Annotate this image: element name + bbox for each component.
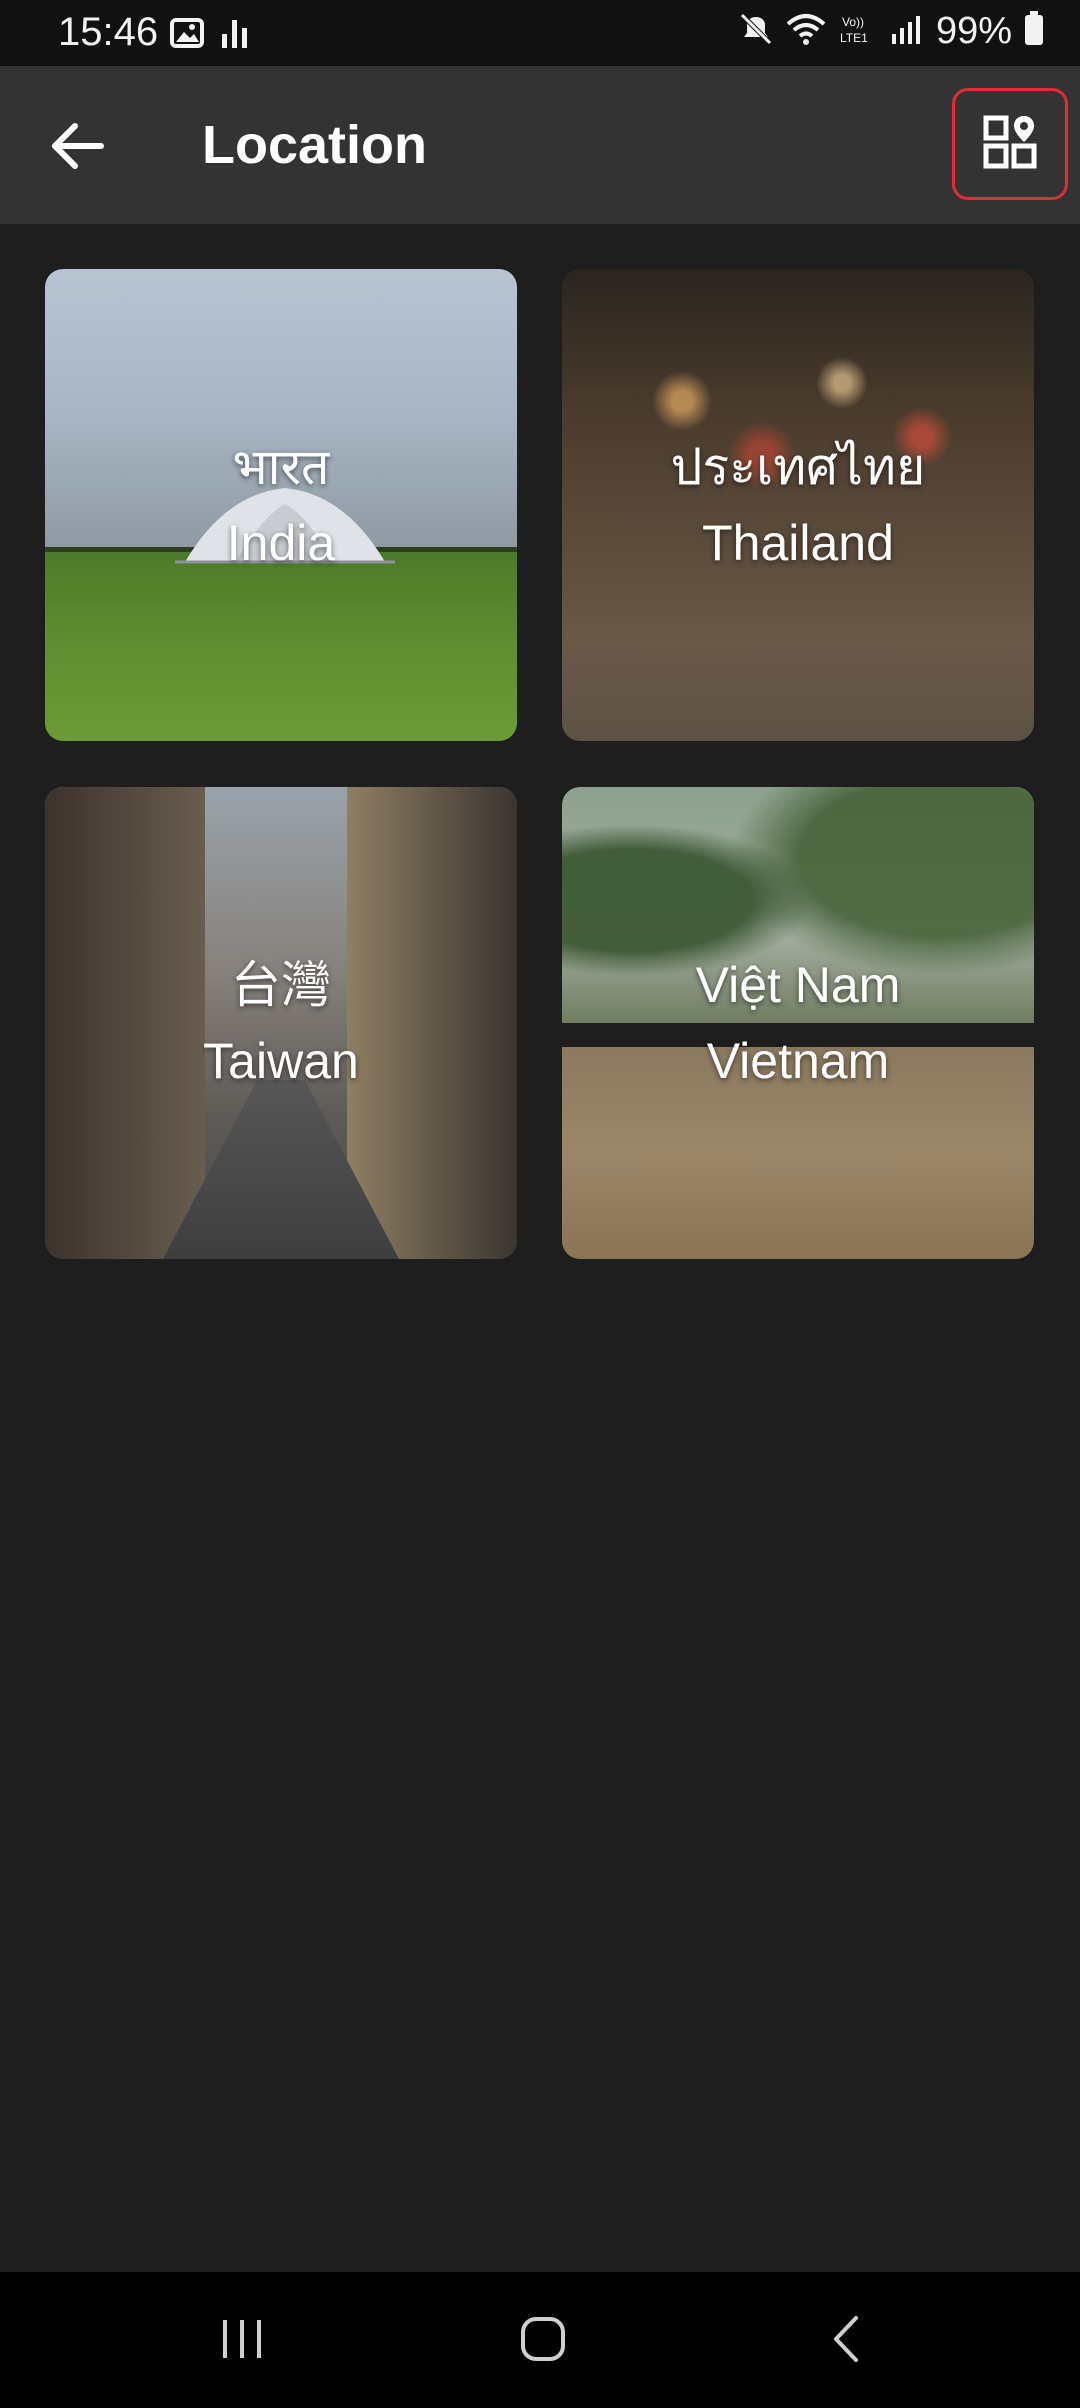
page-title: Location <box>202 115 427 175</box>
arrow-left-icon <box>51 122 105 174</box>
audio-bars-icon <box>220 16 250 55</box>
recent-apps-icon <box>217 2316 267 2367</box>
system-nav-bar <box>0 2272 1080 2408</box>
location-label: ประเทศไทย Thailand <box>671 429 926 581</box>
status-bar: 15:46 Vo)) LTE1 99% <box>0 0 1080 66</box>
signal-icon <box>890 12 924 51</box>
location-native-name: भारत <box>232 439 330 495</box>
location-english-name: Thailand <box>702 515 894 571</box>
wifi-icon <box>786 12 826 51</box>
mute-icon <box>738 11 774 52</box>
location-native-name: 台灣 <box>230 957 331 1013</box>
location-label: भारत India <box>227 429 335 581</box>
map-view-button[interactable] <box>952 88 1068 200</box>
location-native-name: ประเทศไทย <box>670 439 926 495</box>
back-button[interactable] <box>38 108 118 188</box>
location-english-name: Taiwan <box>203 1033 359 1089</box>
recent-apps-button[interactable] <box>202 2306 282 2376</box>
status-time: 15:46 <box>58 10 159 54</box>
location-card-thailand[interactable]: ประเทศไทย Thailand <box>562 269 1034 741</box>
location-card-india[interactable]: भारत India <box>45 269 517 741</box>
app-bar: Location <box>0 66 1080 224</box>
home-icon <box>518 2314 568 2369</box>
svg-text:LTE1: LTE1 <box>840 31 868 45</box>
home-button[interactable] <box>503 2306 583 2376</box>
grid-map-pin-icon <box>982 114 1038 175</box>
battery-icon <box>1024 11 1044 52</box>
battery-percentage: 99% <box>935 10 1012 52</box>
svg-text:Vo)): Vo)) <box>842 15 864 29</box>
location-label: 台灣 Taiwan <box>203 947 359 1099</box>
location-english-name: India <box>226 515 336 571</box>
location-card-vietnam[interactable]: Việt Nam Vietnam <box>562 787 1034 1259</box>
back-icon <box>826 2314 866 2369</box>
location-card-taiwan[interactable]: 台灣 Taiwan <box>45 787 517 1259</box>
location-english-name: Vietnam <box>706 1033 890 1089</box>
location-label: Việt Nam Vietnam <box>696 947 901 1099</box>
nav-back-button[interactable] <box>806 2306 886 2376</box>
gallery-icon <box>170 16 204 55</box>
location-native-name: Việt Nam <box>695 957 901 1013</box>
volte-icon: Vo)) LTE1 <box>838 12 878 51</box>
